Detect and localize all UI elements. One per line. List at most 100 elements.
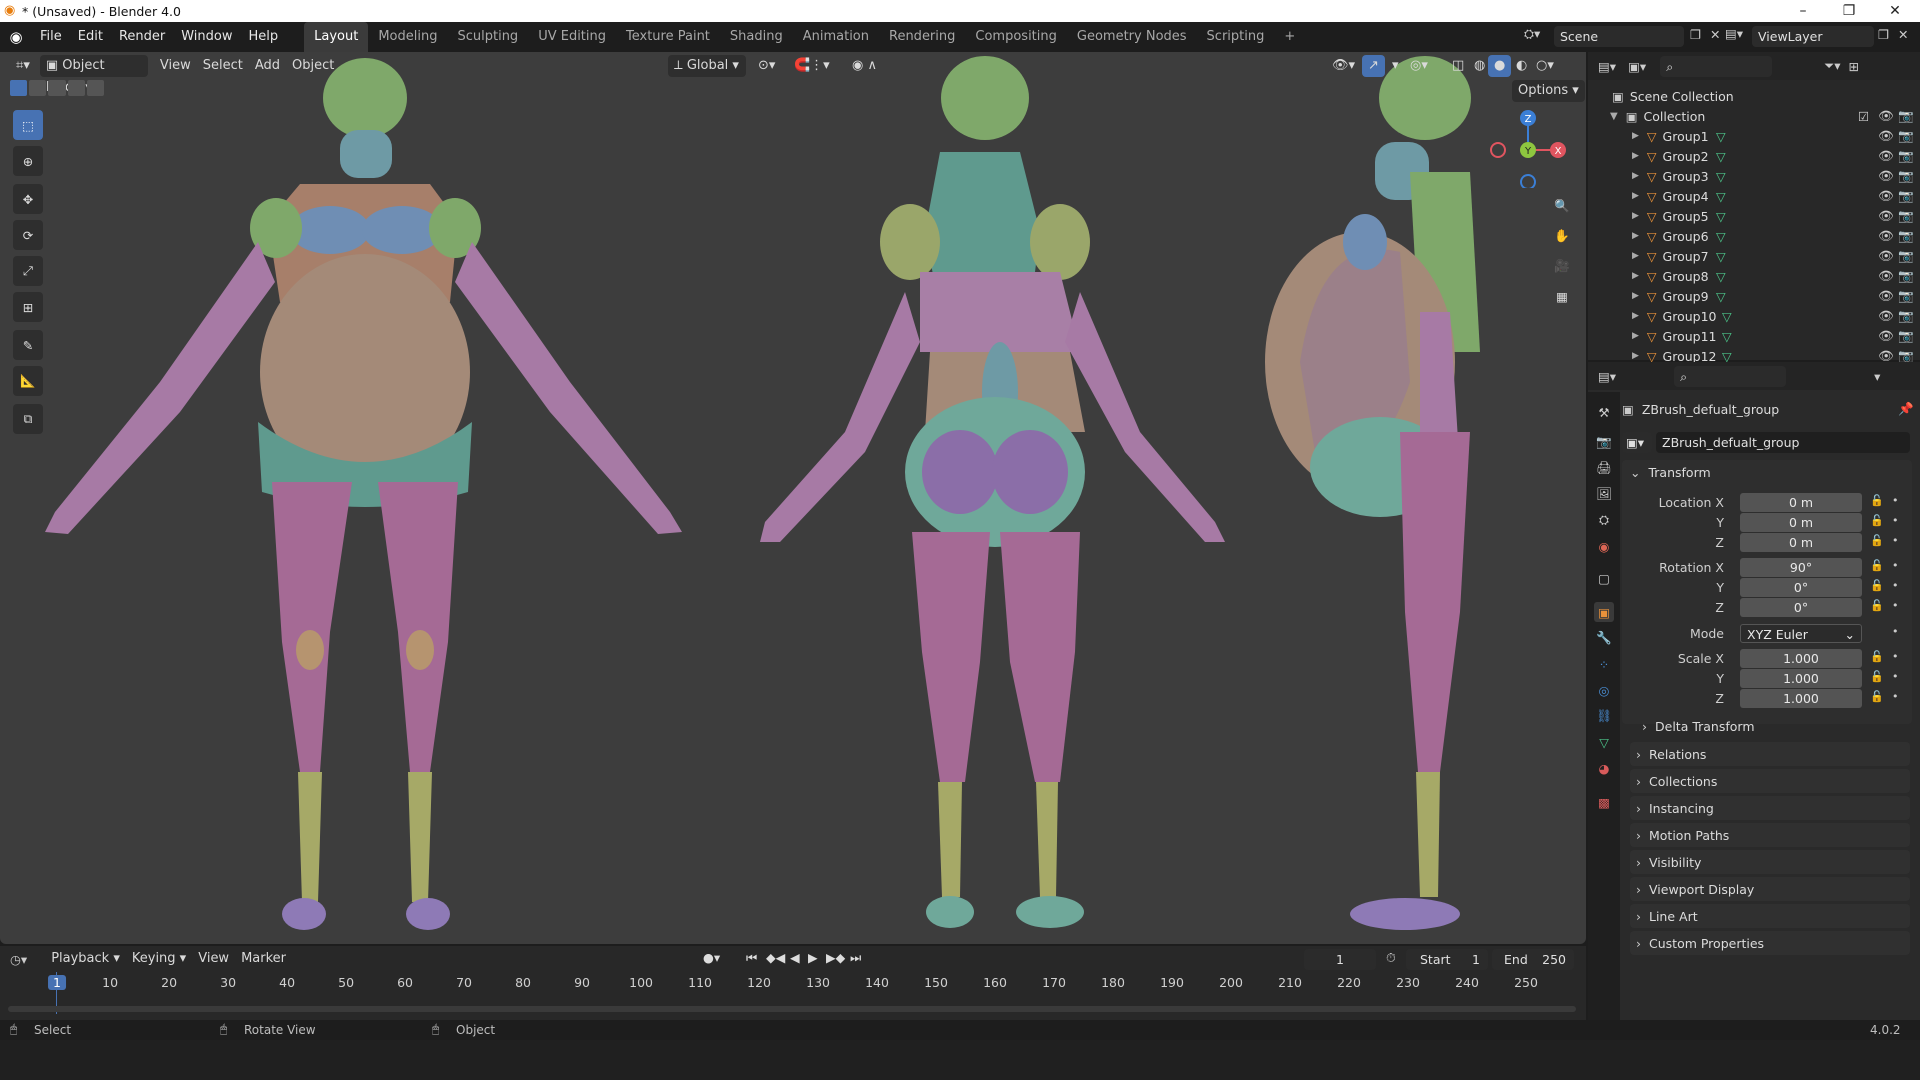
jump-start-icon[interactable]: ⏮ <box>746 950 757 966</box>
perspective-toggle-button[interactable]: ▦ <box>1548 282 1576 310</box>
camera-icon[interactable]: 📷 <box>1898 308 1914 324</box>
outliner-item[interactable]: ▶ ▽ Group11 ▽ 👁 📷 <box>1588 326 1920 346</box>
eye-icon[interactable]: 👁 <box>1878 328 1894 344</box>
snap-icon[interactable]: 🧲⋮▾ <box>788 55 836 77</box>
transform-header[interactable]: ⌄ Transform <box>1630 462 1711 482</box>
mesh-data-icon[interactable]: ▽ <box>1716 289 1726 304</box>
collapse-arrow-icon[interactable]: ▼ <box>1610 111 1618 122</box>
expand-arrow-icon[interactable]: ▶ <box>1632 191 1639 201</box>
minimize-button[interactable]: – <box>1780 0 1826 22</box>
timeline-playback-menu[interactable]: Playback ▾ <box>45 948 126 970</box>
record-icon[interactable]: ●▾ <box>703 950 720 965</box>
eye-icon[interactable]: 👁 <box>1878 128 1894 144</box>
keyframe-dot-icon[interactable]: • <box>1892 514 1899 527</box>
eye-icon[interactable]: 👁 <box>1878 208 1894 224</box>
collection-tab-icon[interactable]: ▢ <box>1594 568 1614 588</box>
mesh-data-icon[interactable]: ▽ <box>1722 309 1732 324</box>
rotation-y-field[interactable]: 0° <box>1740 578 1862 597</box>
mesh-data-icon[interactable]: ▽ <box>1716 229 1726 244</box>
solid-shading-icon[interactable]: ● <box>1488 55 1512 77</box>
scale-z-field[interactable]: 1.000 <box>1740 689 1862 708</box>
mesh-data-icon[interactable]: ▽ <box>1716 209 1726 224</box>
camera-icon[interactable]: 📷 <box>1898 208 1914 224</box>
camera-icon[interactable]: 📷 <box>1898 228 1914 244</box>
transform-tool[interactable]: ⊞ <box>13 292 43 322</box>
scene-tab-icon[interactable]: ⛭ <box>1594 510 1614 530</box>
menu-file[interactable]: File <box>32 22 70 52</box>
select-subtract-icon[interactable] <box>48 80 66 96</box>
new-view-layer-icon[interactable]: ❐ <box>1878 27 1889 42</box>
scene-selector[interactable]: Scene <box>1554 26 1684 47</box>
eye-icon[interactable]: 👁 <box>1878 188 1894 204</box>
tab-modeling[interactable]: Modeling <box>368 22 447 52</box>
tab-compositing[interactable]: Compositing <box>965 22 1067 52</box>
current-frame-field[interactable]: 1 <box>1304 949 1376 970</box>
outliner-item[interactable]: ▶ ▽ Group3 ▽ 👁 📷 <box>1588 166 1920 186</box>
collection-camera-icon[interactable]: 📷 <box>1898 108 1914 124</box>
camera-icon[interactable]: 📷 <box>1898 128 1914 144</box>
datablock-browse-icon[interactable]: ▣▾ <box>1622 432 1652 453</box>
delete-view-layer-icon[interactable]: ✕ <box>1898 27 1908 42</box>
outliner-item[interactable]: ▶ ▽ Group10 ▽ 👁 📷 <box>1588 306 1920 326</box>
cursor-tool[interactable]: ⊕ <box>13 146 43 176</box>
select-box-tool[interactable]: ⬚ <box>13 110 43 140</box>
delta-transform-subpanel[interactable]: › Delta Transform <box>1642 716 1755 736</box>
expand-arrow-icon[interactable]: ▶ <box>1632 331 1639 341</box>
timeline-view-menu[interactable]: View <box>192 948 235 970</box>
new-collection-icon[interactable]: ⊞ <box>1848 59 1858 74</box>
keyframe-dot-icon[interactable]: • <box>1892 690 1899 703</box>
jump-end-icon[interactable]: ⏭ <box>850 950 861 966</box>
pivot-point-icon[interactable]: ⊙▾ <box>752 55 781 77</box>
pan-button[interactable]: ✋ <box>1548 222 1576 250</box>
particles-tab-icon[interactable]: ⁘ <box>1594 654 1614 674</box>
rendered-shading-icon[interactable]: ○▾ <box>1530 55 1560 77</box>
keyframe-dot-icon[interactable]: • <box>1892 559 1899 572</box>
timeline-editor-icon[interactable]: ◷▾ <box>10 952 27 967</box>
outliner-item[interactable]: ▶ ▽ Group5 ▽ 👁 📷 <box>1588 206 1920 226</box>
keyframe-dot-icon[interactable]: • <box>1892 599 1899 612</box>
3d-viewport[interactable] <box>0 52 1586 944</box>
outliner-editor-icon[interactable]: ▤▾ <box>1598 59 1616 74</box>
panel-instancing[interactable]: › Instancing <box>1630 796 1910 820</box>
camera-icon[interactable]: 📷 <box>1898 268 1914 284</box>
panel-motion-paths[interactable]: › Motion Paths <box>1630 823 1910 847</box>
camera-icon[interactable]: 📷 <box>1898 288 1914 304</box>
camera-icon[interactable]: 📷 <box>1898 188 1914 204</box>
location-z-field[interactable]: 0 m <box>1740 533 1862 552</box>
menu-edit[interactable]: Edit <box>70 22 111 52</box>
keyframe-dot-icon[interactable]: • <box>1892 670 1899 683</box>
mesh-data-icon[interactable]: ▽ <box>1716 189 1726 204</box>
filter-icon[interactable]: ⏷▾ <box>1824 58 1840 74</box>
keyframe-dot-icon[interactable]: • <box>1892 650 1899 663</box>
scale-x-field[interactable]: 1.000 <box>1740 649 1862 668</box>
select-extend-icon[interactable] <box>29 80 47 96</box>
rotation-x-field[interactable]: 90° <box>1740 558 1862 577</box>
expand-arrow-icon[interactable]: ▶ <box>1632 131 1639 141</box>
eye-icon[interactable]: 👁 <box>1878 288 1894 304</box>
camera-icon[interactable]: 📷 <box>1898 168 1914 184</box>
menu-render[interactable]: Render <box>111 22 173 52</box>
rotate-tool[interactable]: ⟳ <box>13 220 43 250</box>
lock-icon[interactable]: 🔓 <box>1870 559 1884 572</box>
eye-icon[interactable]: 👁 <box>1878 248 1894 264</box>
timeline-marker-menu[interactable]: Marker <box>235 948 292 970</box>
select-intersect-icon[interactable] <box>86 80 105 96</box>
transform-orientation-selector[interactable]: ⟂ Global ▾ <box>668 55 746 77</box>
view-layer-selector[interactable]: ViewLayer <box>1752 26 1874 47</box>
scale-y-field[interactable]: 1.000 <box>1740 669 1862 688</box>
add-cube-tool[interactable]: ⧉ <box>13 404 43 434</box>
xray-icon[interactable]: ◫ <box>1446 55 1470 77</box>
properties-search-input[interactable]: ⌕ <box>1674 365 1787 387</box>
tab-sculpting[interactable]: Sculpting <box>447 22 528 52</box>
current-frame-marker[interactable]: 1 <box>48 975 66 990</box>
gizmo-dropdown-icon[interactable]: ▾ <box>1386 55 1405 77</box>
scale-tool[interactable]: ⤢ <box>13 256 43 286</box>
expand-arrow-icon[interactable]: ▶ <box>1632 351 1639 361</box>
location-y-field[interactable]: 0 m <box>1740 513 1862 532</box>
outliner-search-input[interactable]: ⌕ <box>1660 55 1773 77</box>
gizmo-neg-x[interactable] <box>1490 142 1506 158</box>
camera-icon[interactable]: 📷 <box>1898 148 1914 164</box>
proportional-editing-icon[interactable]: ◉ ∧ <box>846 55 883 77</box>
mesh-data-icon[interactable]: ▽ <box>1716 269 1726 284</box>
eye-icon[interactable]: 👁 <box>1878 308 1894 324</box>
